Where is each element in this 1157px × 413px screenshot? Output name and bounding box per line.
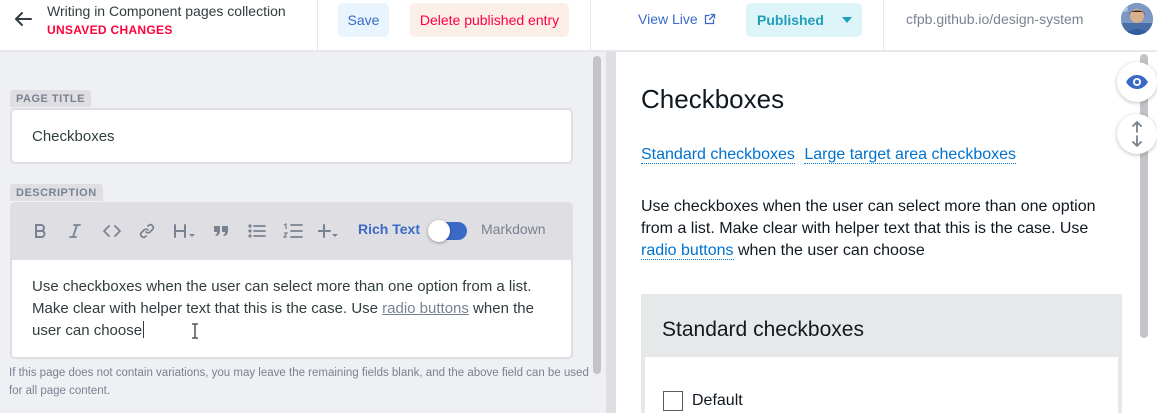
default-checkbox[interactable] (663, 391, 683, 411)
avatar[interactable] (1121, 3, 1153, 35)
card-body: Default (645, 357, 1118, 413)
section-title: Standard checkboxes (662, 318, 864, 341)
text-cursor (143, 321, 145, 338)
add-component-icon[interactable] (318, 221, 340, 241)
pane-divider[interactable] (606, 52, 616, 413)
toggle-knob (428, 220, 450, 242)
save-button[interactable]: Save (338, 3, 389, 37)
divider (317, 0, 318, 50)
editor-scrollbar[interactable] (593, 56, 601, 374)
link-icon[interactable] (138, 221, 156, 241)
standard-checkboxes-link[interactable]: Standard checkboxes (641, 146, 795, 164)
page-title-input[interactable]: Checkboxes (10, 108, 573, 164)
code-icon[interactable] (102, 221, 122, 241)
i-beam-cursor-icon (192, 323, 198, 339)
rich-text-label[interactable]: Rich Text (358, 221, 420, 237)
chevron-down-icon (842, 17, 852, 23)
checkbox-label[interactable]: Default (692, 392, 743, 410)
rich-text-toolbar: Rich Text Markdown (10, 202, 573, 260)
published-label: Published (757, 12, 824, 28)
arrow-left-icon (15, 12, 32, 26)
preview-text-end: when the user can choose (733, 242, 925, 259)
view-live-link[interactable]: View Live (638, 11, 716, 27)
divider (590, 0, 591, 50)
field-hint: If this page does not contain variations… (9, 367, 589, 397)
delete-published-entry-button[interactable]: Delete published entry (410, 3, 569, 37)
numbered-list-icon[interactable] (282, 221, 304, 241)
preview-text: Use checkboxes when the user can select … (641, 198, 1096, 237)
standard-checkboxes-card: Standard checkboxes Default (641, 294, 1122, 413)
top-bar: Writing in Component pages collection UN… (0, 0, 1157, 52)
user-avatar-image (1121, 3, 1153, 35)
unsaved-status: UNSAVED CHANGES (47, 23, 173, 37)
markdown-label[interactable]: Markdown (481, 221, 546, 237)
preview-anchor-links: Standard checkboxes Large target area ch… (641, 146, 1021, 164)
bulleted-list-icon[interactable] (247, 221, 267, 241)
quote-icon[interactable] (212, 221, 230, 241)
preview-title: Checkboxes (641, 84, 785, 114)
published-status-dropdown[interactable]: Published (746, 3, 862, 37)
markdown-toggle[interactable] (428, 220, 467, 242)
back-button[interactable] (10, 8, 36, 30)
sync-scroll-button[interactable] (1117, 114, 1157, 154)
large-target-area-checkboxes-link[interactable]: Large target area checkboxes (804, 146, 1017, 164)
eye-icon (1126, 75, 1148, 89)
sync-scroll-icon (1132, 121, 1142, 147)
preview-radio-buttons-link[interactable]: radio buttons (641, 242, 734, 260)
preview-description: Use checkboxes when the user can select … (641, 196, 1116, 262)
view-live-label: View Live (638, 11, 698, 27)
description-label: DESCRIPTION (10, 184, 103, 201)
toggle-preview-button[interactable] (1117, 62, 1157, 102)
bold-icon[interactable] (32, 221, 48, 241)
description-editor[interactable]: Use checkboxes when the user can select … (10, 260, 573, 359)
collection-title: Writing in Component pages collection (47, 3, 286, 19)
site-url-link[interactable]: cfpb.github.io/design-system (906, 11, 1083, 27)
editor-pane: PAGE TITLE Checkboxes DESCRIPTION Rich T… (0, 52, 606, 413)
external-link-icon (704, 13, 715, 25)
page-title-label: PAGE TITLE (10, 90, 91, 107)
heading-icon[interactable] (173, 221, 197, 241)
radio-buttons-link[interactable]: radio buttons (382, 300, 469, 317)
divider (883, 0, 884, 50)
italic-icon[interactable] (67, 221, 83, 241)
preview-pane: Checkboxes Standard checkboxes Large tar… (616, 52, 1157, 413)
